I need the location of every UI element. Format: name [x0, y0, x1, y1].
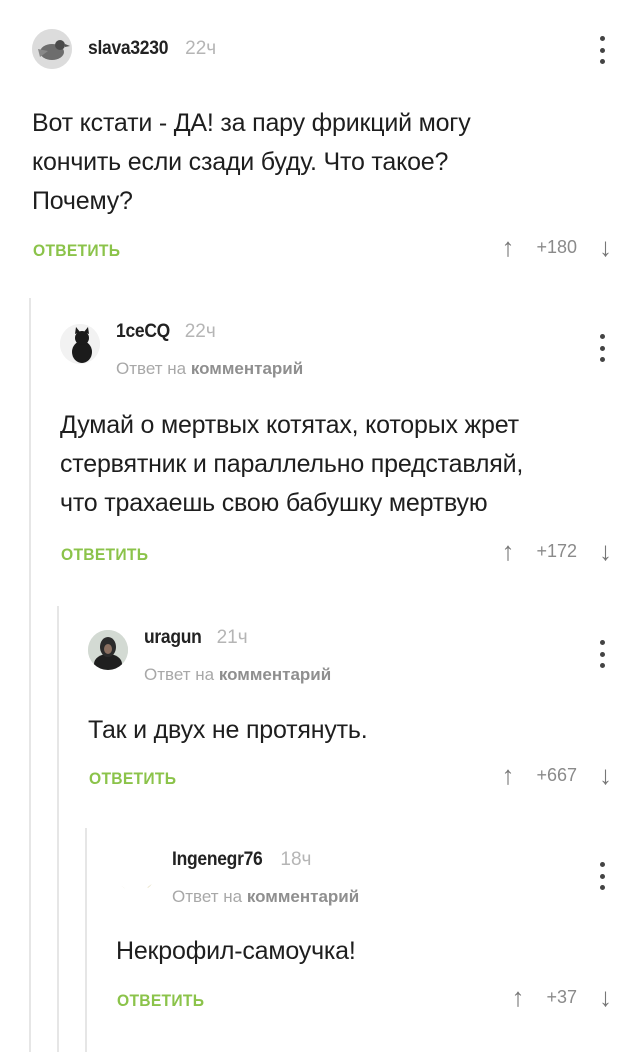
arrow-up-icon[interactable]: ↑	[501, 538, 514, 564]
comment-header: slava3230 22ч	[32, 25, 216, 73]
username[interactable]: slava3230	[88, 38, 168, 60]
avatar-bird-icon	[32, 29, 72, 69]
comment-text-line: Почему?	[32, 187, 133, 215]
timestamp: 18ч	[280, 849, 312, 870]
reply-to-label: Ответ на комментарий	[116, 359, 303, 379]
arrow-down-icon[interactable]: ↓	[599, 234, 612, 260]
arrow-down-icon[interactable]: ↓	[599, 762, 612, 788]
reply-button[interactable]: ОТВЕТИТЬ	[117, 991, 204, 1011]
arrow-down-icon[interactable]: ↓	[599, 984, 612, 1010]
username[interactable]: uragun	[144, 627, 202, 649]
arrow-up-icon[interactable]: ↑	[511, 984, 524, 1010]
avatar[interactable]	[32, 29, 72, 69]
more-vertical-icon[interactable]	[592, 36, 612, 64]
reply-button[interactable]: ОТВЕТИТЬ	[33, 241, 120, 261]
reply-button[interactable]: ОТВЕТИТЬ	[89, 769, 176, 789]
comment-text-line: Думай о мертвых котятах, которых жрет	[60, 411, 519, 439]
comment-text: Некрофил-самоучка!	[116, 932, 616, 971]
avatar[interactable]	[116, 852, 156, 892]
username[interactable]: Ingenegr76	[172, 849, 263, 871]
reply-to-prefix: Ответ на	[144, 665, 215, 684]
avatar[interactable]	[60, 324, 100, 364]
avatar[interactable]	[88, 630, 128, 670]
comment-text: Думай о мертвых котятах, которых жрет ст…	[60, 406, 620, 523]
arrow-down-icon[interactable]: ↓	[599, 538, 612, 564]
thread-line-level-2	[57, 606, 59, 1052]
vote-controls: ↑ +180 ↓	[501, 234, 612, 260]
comment-text-line: Некрофил-самоучка!	[116, 937, 356, 965]
username[interactable]: 1ceCQ	[116, 321, 170, 343]
score: +37	[546, 986, 577, 1007]
comment-text-line: Вот кстати - ДА! за пару фрикций могу	[32, 109, 471, 137]
vote-controls: ↑ +37 ↓	[511, 984, 612, 1010]
reply-to-link[interactable]: комментарий	[247, 887, 359, 906]
more-vertical-icon[interactable]	[592, 862, 612, 890]
thread-line-level-1	[29, 298, 31, 1052]
vote-controls: ↑ +172 ↓	[501, 538, 612, 564]
score: +667	[536, 764, 577, 785]
score: +172	[536, 540, 577, 561]
more-vertical-icon[interactable]	[592, 640, 612, 668]
reply-to-link[interactable]: комментарий	[219, 665, 331, 684]
score: +180	[536, 236, 577, 257]
timestamp: 22ч	[184, 321, 216, 342]
avatar-blank-icon	[116, 852, 156, 892]
comment-text: Так и двух не протянуть.	[88, 711, 618, 750]
reply-to-prefix: Ответ на	[172, 887, 243, 906]
timestamp: 22ч	[185, 38, 217, 59]
comment-text-line: что трахаешь свою бабушку мертвую	[60, 489, 488, 517]
vote-controls: ↑ +667 ↓	[501, 762, 612, 788]
comment-text-line: Так и двух не протянуть.	[88, 716, 368, 744]
reply-to-link[interactable]: комментарий	[191, 359, 303, 378]
more-vertical-icon[interactable]	[592, 334, 612, 362]
comment-text: Вот кстати - ДА! за пару фрикций могу ко…	[32, 104, 612, 221]
comment-text-line: кончить если сзади буду. Что такое?	[32, 148, 449, 176]
comment-text-line: стервятник и параллельно представляй,	[60, 450, 524, 478]
thread-line-level-3	[85, 828, 87, 1052]
avatar-person-icon	[88, 630, 128, 670]
arrow-up-icon[interactable]: ↑	[501, 234, 514, 260]
arrow-up-icon[interactable]: ↑	[501, 762, 514, 788]
avatar-cat-icon	[60, 324, 100, 364]
reply-to-label: Ответ на комментарий	[172, 887, 359, 907]
reply-to-prefix: Ответ на	[116, 359, 187, 378]
timestamp: 21ч	[216, 627, 248, 648]
reply-button[interactable]: ОТВЕТИТЬ	[61, 545, 148, 565]
reply-to-label: Ответ на комментарий	[144, 665, 331, 685]
